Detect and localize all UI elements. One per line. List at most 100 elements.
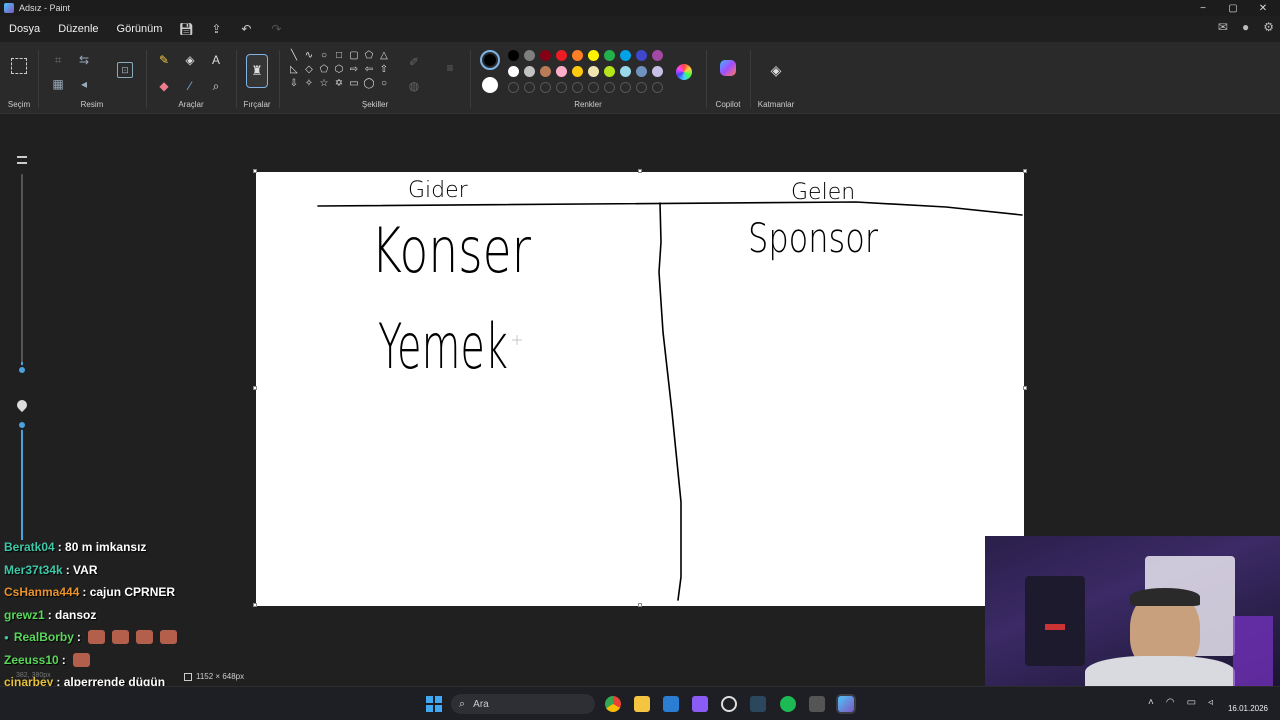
undo-icon[interactable]: ↶ xyxy=(231,22,261,36)
shape-fill-icon[interactable]: ◍ xyxy=(406,78,422,94)
select-rectangle-icon[interactable] xyxy=(11,58,27,74)
color-swatch[interactable] xyxy=(636,50,647,61)
minimize-button[interactable]: − xyxy=(1188,0,1218,16)
canvas-handle-top[interactable] xyxy=(638,169,642,173)
color-swatch[interactable] xyxy=(540,50,551,61)
copilot-icon[interactable] xyxy=(720,60,736,76)
maximize-button[interactable]: ▢ xyxy=(1218,0,1248,16)
account-icon[interactable]: ● xyxy=(1242,20,1249,34)
calculator-icon[interactable] xyxy=(809,696,825,712)
polygon-shape-icon[interactable]: ⬠ xyxy=(362,50,376,61)
color-swatch[interactable] xyxy=(652,50,663,61)
menu-file[interactable]: Dosya xyxy=(0,23,49,35)
color-swatch[interactable] xyxy=(572,66,583,77)
right-triangle-shape-icon[interactable]: ◺ xyxy=(287,64,301,75)
layers-icon[interactable]: ◈ xyxy=(768,62,784,78)
pentagon-shape-icon[interactable]: ⬠ xyxy=(317,64,331,75)
canvas-handle-right[interactable] xyxy=(1023,386,1027,390)
steam-icon[interactable] xyxy=(750,696,766,712)
crop-icon[interactable]: ⌗ xyxy=(50,52,66,68)
color-swatch[interactable] xyxy=(524,50,535,61)
curve-shape-icon[interactable]: ∿ xyxy=(302,50,316,61)
color-swatch[interactable] xyxy=(556,66,567,77)
star4-shape-icon[interactable]: ✧ xyxy=(302,78,316,89)
zoom-slider-track[interactable] xyxy=(21,174,23,374)
custom-color-slot[interactable] xyxy=(620,82,631,93)
triangle-shape-icon[interactable]: △ xyxy=(377,50,391,61)
menu-edit[interactable]: Düzenle xyxy=(49,23,107,35)
wifi-icon[interactable]: ◠ xyxy=(1166,697,1175,708)
chrome-icon[interactable] xyxy=(605,696,621,712)
custom-color-slot[interactable] xyxy=(508,82,519,93)
callout-rect-shape-icon[interactable]: ▭ xyxy=(347,78,361,89)
custom-color-slot[interactable] xyxy=(604,82,615,93)
hexagon-shape-icon[interactable]: ⬡ xyxy=(332,64,346,75)
image-select-icon[interactable]: ⊡ xyxy=(117,62,133,78)
magnifier-icon[interactable]: ⌕ xyxy=(208,78,224,94)
arrow-up-shape-icon[interactable]: ⇧ xyxy=(377,64,391,75)
color-picker-icon[interactable]: ⁄ xyxy=(182,78,198,94)
color-swatch[interactable] xyxy=(620,50,631,61)
callout-oval-shape-icon[interactable]: ◯ xyxy=(362,78,376,89)
taskbar-date[interactable]: 16.01.2026 xyxy=(1228,704,1268,713)
color-swatch[interactable] xyxy=(508,50,519,61)
custom-color-slot[interactable] xyxy=(524,82,535,93)
share-icon[interactable]: ⇪ xyxy=(201,22,231,36)
edit-colors-icon[interactable] xyxy=(676,64,692,80)
windows-start-icon[interactable] xyxy=(426,696,442,712)
color-swatch[interactable] xyxy=(620,66,631,77)
callout-cloud-shape-icon[interactable]: ○ xyxy=(377,78,391,89)
color-swatch[interactable] xyxy=(604,50,615,61)
app-icon-2[interactable] xyxy=(721,696,737,712)
custom-color-slot[interactable] xyxy=(636,82,647,93)
outline-icon[interactable]: ✐ xyxy=(406,54,422,70)
file-explorer-icon[interactable] xyxy=(634,696,650,712)
volume-icon[interactable]: ◃ xyxy=(1208,697,1213,708)
canvas-handle-left[interactable] xyxy=(253,386,257,390)
color-swatch[interactable] xyxy=(572,50,583,61)
color-swatch[interactable] xyxy=(588,50,599,61)
text-icon[interactable]: A xyxy=(208,52,224,68)
oval-shape-icon[interactable]: ○ xyxy=(317,50,331,61)
custom-color-slot[interactable] xyxy=(652,82,663,93)
arrow-right-shape-icon[interactable]: ⇨ xyxy=(347,64,361,75)
rounded-rect-shape-icon[interactable]: ▢ xyxy=(347,50,361,61)
custom-color-slot[interactable] xyxy=(556,82,567,93)
menu-view[interactable]: Görünüm xyxy=(108,23,172,35)
star6-shape-icon[interactable]: ✡ xyxy=(332,78,346,89)
pencil-icon[interactable]: ✎ xyxy=(156,52,172,68)
custom-color-slot[interactable] xyxy=(588,82,599,93)
close-button[interactable]: ✕ xyxy=(1248,0,1278,16)
custom-color-slot[interactable] xyxy=(540,82,551,93)
save-icon[interactable]: 💾︎ xyxy=(171,22,201,36)
line-shape-icon[interactable]: ╲ xyxy=(287,50,301,61)
color-swatch[interactable] xyxy=(636,66,647,77)
resize-icon[interactable]: ⇆ xyxy=(76,52,92,68)
zoom-slider-thumb[interactable] xyxy=(17,365,27,375)
settings-icon[interactable]: ⚙ xyxy=(1263,20,1274,34)
opacity-slider-track[interactable] xyxy=(21,420,23,540)
arrow-left-shape-icon[interactable]: ⇦ xyxy=(362,64,376,75)
shape-size-icon[interactable]: ≡ xyxy=(442,60,458,76)
star5-shape-icon[interactable]: ☆ xyxy=(317,78,331,89)
rotate-icon[interactable]: ◂ xyxy=(76,76,92,92)
drawing-canvas[interactable]: Gider Gelen Konser Yemek Sponsor xyxy=(256,172,1024,606)
taskbar-search[interactable]: ⌕ Ara xyxy=(451,694,595,714)
diamond-shape-icon[interactable]: ◇ xyxy=(302,64,316,75)
brush-icon[interactable]: ♜ xyxy=(246,54,268,88)
feedback-icon[interactable]: ✉ xyxy=(1218,20,1228,34)
color-swatch[interactable] xyxy=(508,66,519,77)
color-swatch[interactable] xyxy=(556,50,567,61)
color-swatch[interactable] xyxy=(524,66,535,77)
color-swatch[interactable] xyxy=(540,66,551,77)
rectangle-shape-icon[interactable]: □ xyxy=(332,50,346,61)
monitor-icon[interactable]: ▭ xyxy=(1187,697,1196,708)
canvas-handle-bottom[interactable] xyxy=(638,603,642,607)
color-swatch[interactable] xyxy=(652,66,663,77)
spotify-icon[interactable] xyxy=(780,696,796,712)
paint-taskbar-icon[interactable] xyxy=(838,696,854,712)
fill-icon[interactable]: ◈ xyxy=(182,52,198,68)
remove-background-icon[interactable]: ▦ xyxy=(50,76,66,92)
tray-chevron-icon[interactable]: ˄ xyxy=(1148,697,1154,708)
primary-color-slot[interactable] xyxy=(480,50,500,70)
